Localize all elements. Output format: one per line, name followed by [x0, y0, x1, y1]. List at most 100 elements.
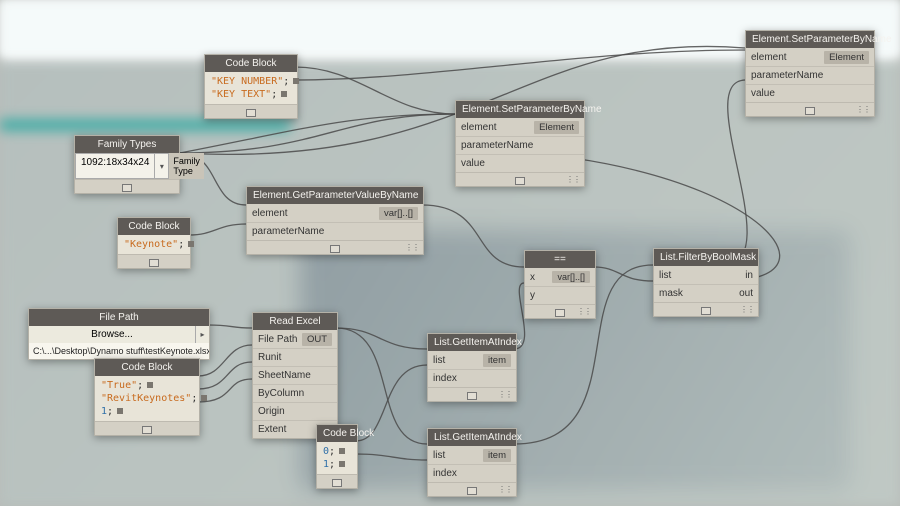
lacing-icon[interactable]: ⋮⋮: [740, 305, 754, 314]
node-title[interactable]: File Path: [29, 309, 209, 326]
output-port-label[interactable]: var[]..[]: [552, 271, 590, 283]
node-equals[interactable]: == x var[]..[] y ⋮⋮: [524, 250, 596, 319]
node-footer: ⋮⋮: [746, 102, 874, 116]
node-code-block-4[interactable]: Code Block 0; 1;: [316, 424, 358, 489]
code-editor[interactable]: "KEY NUMBER"; "KEY TEXT";: [205, 72, 297, 104]
node-title[interactable]: Family Types: [75, 136, 179, 153]
node-footer: [95, 421, 199, 435]
node-title[interactable]: Code Block: [95, 359, 199, 376]
expand-preview-icon[interactable]: [330, 245, 340, 253]
input-port-label[interactable]: Origin: [258, 406, 285, 417]
output-port-label[interactable]: Element: [534, 121, 579, 134]
output-port-label[interactable]: var[]..[]: [379, 207, 418, 220]
code-editor[interactable]: "Keynote";: [118, 235, 190, 254]
output-port-label[interactable]: Element: [824, 51, 869, 64]
code-editor[interactable]: "True"; "RevitKeynotes"; 1;: [95, 376, 199, 421]
input-port-label[interactable]: element: [252, 208, 288, 219]
node-get-item-1[interactable]: List.GetItemAtIndex list item index ⋮⋮: [427, 333, 517, 402]
input-port-label[interactable]: parameterName: [751, 70, 823, 81]
input-port-label[interactable]: value: [461, 158, 485, 169]
node-footer: [118, 254, 190, 268]
expand-preview-icon[interactable]: [149, 259, 159, 267]
code-editor[interactable]: 0; 1;: [317, 442, 357, 474]
expand-preview-icon[interactable]: [701, 307, 711, 315]
node-code-block-1[interactable]: Code Block "KEY NUMBER"; "KEY TEXT";: [204, 54, 298, 119]
input-port-label[interactable]: File Path: [258, 334, 297, 345]
output-port-label[interactable]: in: [745, 270, 753, 281]
node-title[interactable]: ==: [525, 251, 595, 268]
expand-preview-icon[interactable]: [805, 107, 815, 115]
input-port-label[interactable]: x: [530, 272, 535, 283]
node-read-excel[interactable]: Read Excel File Path OUT Runit SheetName…: [252, 312, 338, 439]
input-port-label[interactable]: element: [751, 52, 787, 63]
browse-button[interactable]: Browse... ▸: [29, 326, 209, 343]
node-footer: [75, 179, 179, 193]
expand-preview-icon[interactable]: [467, 487, 477, 495]
expand-preview-icon[interactable]: [332, 479, 342, 487]
expand-preview-icon[interactable]: [515, 177, 525, 185]
node-title[interactable]: Read Excel: [253, 313, 337, 330]
input-port-label[interactable]: list: [659, 270, 671, 281]
node-filter-by-bool-mask[interactable]: List.FilterByBoolMask list in mask out ⋮…: [653, 248, 759, 317]
node-code-block-2[interactable]: Code Block "Keynote";: [117, 217, 191, 269]
node-title[interactable]: Element.SetParameterByName: [746, 31, 874, 48]
input-port-label[interactable]: list: [433, 355, 445, 366]
node-footer: ⋮⋮: [456, 172, 584, 186]
expand-preview-icon[interactable]: [467, 392, 477, 400]
input-port-label[interactable]: Extent: [258, 424, 286, 435]
chevron-right-icon[interactable]: ▸: [195, 326, 209, 343]
node-title[interactable]: Element.GetParameterValueByName: [247, 187, 423, 204]
lacing-icon[interactable]: ⋮⋮: [498, 390, 512, 399]
input-port-label[interactable]: SheetName: [258, 370, 311, 381]
output-port-label[interactable]: out: [739, 288, 753, 299]
lacing-icon[interactable]: ⋮⋮: [856, 105, 870, 114]
node-footer: ⋮⋮: [428, 387, 516, 401]
node-footer: ⋮⋮: [428, 482, 516, 496]
node-title[interactable]: Element.SetParameterByName: [456, 101, 584, 118]
expand-preview-icon[interactable]: [246, 109, 256, 117]
input-port-label[interactable]: index: [433, 468, 457, 479]
node-get-parameter[interactable]: Element.GetParameterValueByName element …: [246, 186, 424, 255]
node-set-parameter-1[interactable]: Element.SetParameterByName element Eleme…: [455, 100, 585, 187]
lacing-icon[interactable]: ⋮⋮: [566, 175, 580, 184]
input-port-label[interactable]: y: [530, 290, 535, 301]
node-title[interactable]: Code Block: [205, 55, 297, 72]
input-port-label[interactable]: index: [433, 373, 457, 384]
file-path-value: C:\...\Desktop\Dynamo stuff\testKeynote.…: [29, 343, 209, 359]
node-title[interactable]: List.GetItemAtIndex: [428, 429, 516, 446]
output-port-label[interactable]: item: [483, 354, 511, 367]
node-title[interactable]: Code Block: [317, 425, 357, 442]
output-port-label[interactable]: OUT: [302, 333, 332, 346]
output-port-label[interactable]: item: [483, 449, 511, 462]
node-footer: [205, 104, 297, 118]
input-port-label[interactable]: parameterName: [461, 140, 533, 151]
input-port-label[interactable]: element: [461, 122, 497, 133]
chevron-down-icon[interactable]: ▾: [154, 154, 168, 178]
input-port-label[interactable]: Runit: [258, 352, 281, 363]
input-port-label[interactable]: mask: [659, 288, 683, 299]
input-port-label[interactable]: value: [751, 88, 775, 99]
expand-preview-icon[interactable]: [122, 184, 132, 192]
node-footer: [317, 474, 357, 488]
lacing-icon[interactable]: ⋮⋮: [498, 485, 512, 494]
input-port-label[interactable]: ByColumn: [258, 388, 304, 399]
node-file-path[interactable]: File Path Browse... ▸ C:\...\Desktop\Dyn…: [28, 308, 210, 360]
node-title[interactable]: List.GetItemAtIndex: [428, 334, 516, 351]
output-port-label: Family Type: [169, 153, 204, 179]
node-set-parameter-2[interactable]: Element.SetParameterByName element Eleme…: [745, 30, 875, 117]
expand-preview-icon[interactable]: [142, 426, 152, 434]
lacing-icon[interactable]: ⋮⋮: [577, 307, 591, 316]
node-title[interactable]: Code Block: [118, 218, 190, 235]
node-footer: ⋮⋮: [654, 302, 758, 316]
family-type-dropdown[interactable]: 1092:18x34x24 ▾: [75, 153, 169, 179]
node-footer: ⋮⋮: [525, 304, 595, 318]
node-code-block-3[interactable]: Code Block "True"; "RevitKeynotes"; 1;: [94, 358, 200, 436]
input-port-label[interactable]: list: [433, 450, 445, 461]
input-port-label[interactable]: parameterName: [252, 226, 324, 237]
node-get-item-2[interactable]: List.GetItemAtIndex list item index ⋮⋮: [427, 428, 517, 497]
lacing-icon[interactable]: ⋮⋮: [405, 243, 419, 252]
node-footer: ⋮⋮: [247, 240, 423, 254]
node-family-types[interactable]: Family Types 1092:18x34x24 ▾ Family Type: [74, 135, 180, 194]
node-title[interactable]: List.FilterByBoolMask: [654, 249, 758, 266]
expand-preview-icon[interactable]: [555, 309, 565, 317]
